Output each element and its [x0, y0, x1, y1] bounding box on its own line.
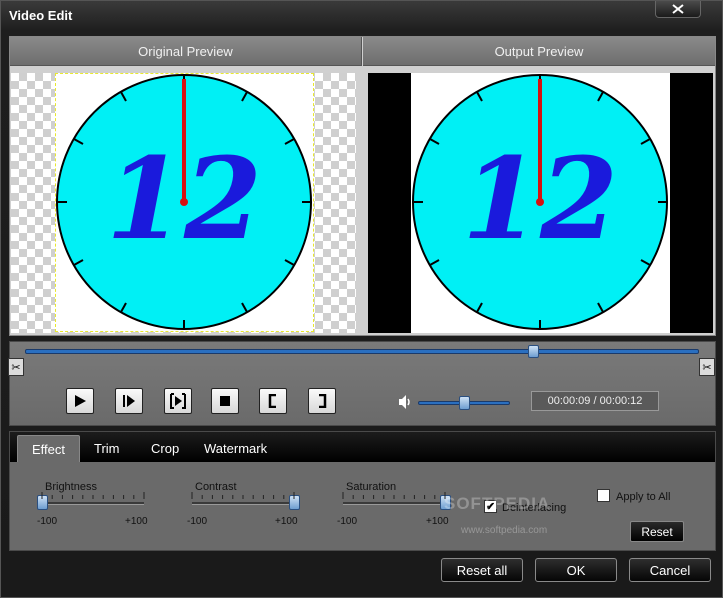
original-preview-area: 12: [11, 73, 356, 333]
playback-controls-panel: ✂ ✂ 00:00:09 / 00:00:12: [8, 341, 716, 426]
output-preview-header: Output Preview: [363, 37, 715, 66]
volume-slider[interactable]: [418, 396, 510, 410]
tab-crop[interactable]: Crop: [137, 435, 193, 462]
output-preview-area: 12: [368, 73, 713, 333]
slider-ticks: [342, 492, 446, 499]
brightness-slider[interactable]: [37, 492, 145, 510]
contrast-max-label: +100: [275, 516, 298, 527]
scissors-end-icon[interactable]: ✂: [699, 358, 715, 376]
cancel-button[interactable]: Cancel: [629, 558, 711, 582]
window-title: Video Edit: [9, 8, 73, 23]
stop-icon: [220, 396, 230, 406]
saturation-slider[interactable]: [342, 492, 451, 510]
brightness-max-label: +100: [125, 516, 148, 527]
contrast-slider[interactable]: [191, 492, 300, 510]
tab-trim[interactable]: Trim: [80, 435, 134, 462]
original-preview-header: Original Preview: [10, 37, 362, 66]
softpedia-watermark-url: www.softpedia.com: [461, 525, 548, 536]
slider-ticks: [191, 492, 295, 499]
saturation-max-label: +100: [426, 516, 449, 527]
mark-out-icon: [319, 394, 327, 408]
softpedia-watermark: SOFTPEDIA: [444, 494, 551, 513]
time-display: 00:00:09 / 00:00:12: [531, 391, 659, 411]
apply-to-all-label: Apply to All: [616, 491, 671, 503]
apply-to-all-checkbox[interactable]: [597, 489, 610, 502]
preview-panel: Original Preview Output Preview 12 12: [9, 36, 716, 336]
edit-panel: Effect Trim Crop Watermark Brightness -1…: [9, 431, 716, 551]
stop-button[interactable]: [211, 388, 239, 414]
brightness-min-label: -100: [37, 516, 58, 527]
tab-watermark[interactable]: Watermark: [190, 435, 281, 462]
step-forward-icon: [123, 395, 135, 407]
clock-image-original: 12: [56, 74, 312, 330]
ok-button[interactable]: OK: [535, 558, 617, 582]
close-icon: [672, 4, 684, 14]
slider-ticks: [41, 492, 145, 499]
tab-bar: Effect Trim Crop Watermark: [10, 432, 715, 462]
volume-thumb[interactable]: [459, 396, 470, 410]
play-segment-button[interactable]: [164, 388, 192, 414]
speaker-icon[interactable]: [398, 394, 414, 410]
close-button[interactable]: [655, 1, 701, 18]
mark-in-button[interactable]: [259, 388, 287, 414]
mark-in-icon: [268, 394, 276, 408]
play-segment-icon: [170, 393, 186, 409]
timeline-thumb[interactable]: [527, 345, 539, 358]
saturation-min-label: -100: [337, 516, 358, 527]
video-edit-window: Video Edit Original Preview Output Previ…: [0, 0, 723, 598]
clock-image-output: 12: [412, 74, 668, 330]
tab-effect[interactable]: Effect: [17, 435, 81, 462]
scissors-start-icon[interactable]: ✂: [8, 358, 24, 376]
play-icon: [75, 395, 86, 407]
reset-button[interactable]: Reset: [630, 521, 684, 542]
mark-out-button[interactable]: [308, 388, 336, 414]
reset-all-button[interactable]: Reset all: [441, 558, 523, 582]
play-button[interactable]: [66, 388, 94, 414]
contrast-min-label: -100: [187, 516, 208, 527]
step-forward-button[interactable]: [115, 388, 143, 414]
timeline-slider[interactable]: [25, 345, 699, 358]
